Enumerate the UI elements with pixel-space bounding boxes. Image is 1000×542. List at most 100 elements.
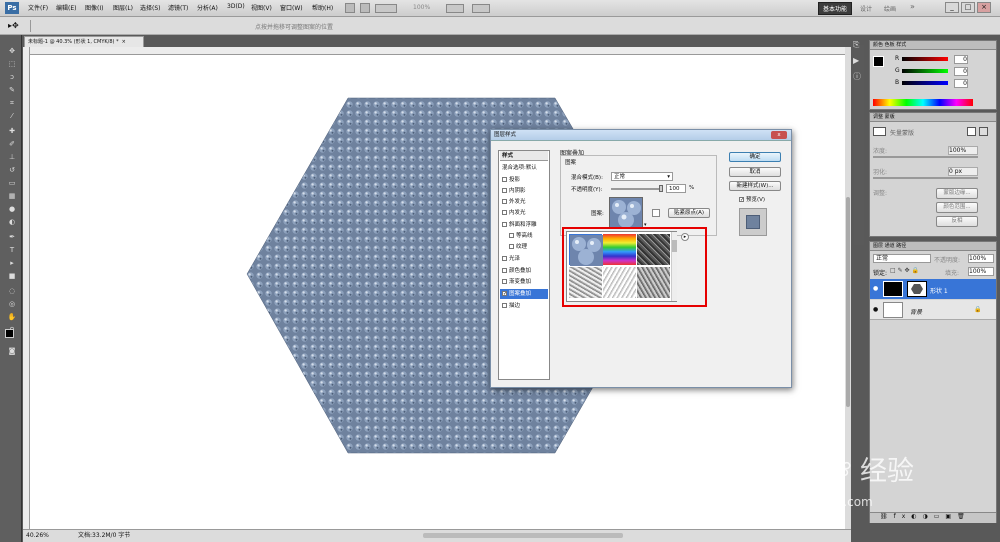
- bridge-icon[interactable]: [345, 3, 355, 13]
- style-item-contour[interactable]: 等高线: [500, 231, 548, 241]
- slider-handle[interactable]: [659, 185, 663, 192]
- eyedropper-tool-icon[interactable]: ⁄: [5, 112, 19, 120]
- info-icon[interactable]: ⓘ: [853, 71, 865, 82]
- red-value[interactable]: 0: [954, 55, 968, 64]
- history-brush-tool-icon[interactable]: ↺: [5, 166, 19, 174]
- color-panel-tabs[interactable]: 颜色 色板 样式: [870, 41, 996, 50]
- pattern-swatch-rainbow[interactable]: [603, 234, 636, 265]
- document-tab[interactable]: 未标题-1 @ 40.3% (形状 1, CMYK/8) * ×: [24, 36, 144, 47]
- checkbox[interactable]: [502, 177, 507, 182]
- healing-tool-icon[interactable]: ✚: [5, 127, 19, 135]
- green-slider[interactable]: [902, 69, 948, 73]
- pattern-swatch-speckle[interactable]: [637, 267, 670, 298]
- blend-mode-select[interactable]: 正常 ▾: [611, 172, 673, 181]
- fill-value[interactable]: 100%: [968, 267, 994, 276]
- picker-scroll-thumb[interactable]: [672, 240, 677, 252]
- tab-swatches[interactable]: 色板: [885, 42, 895, 48]
- type-tool-icon[interactable]: T: [5, 246, 19, 254]
- quick-mask-icon[interactable]: ◙: [5, 347, 19, 355]
- shape-tool-icon[interactable]: ■: [5, 272, 19, 280]
- style-item-drop-shadow[interactable]: 投影: [500, 175, 548, 185]
- density-slider[interactable]: [873, 156, 978, 158]
- brush-tool-icon[interactable]: ✐: [5, 140, 19, 148]
- dodge-tool-icon[interactable]: ◐: [5, 218, 19, 226]
- style-item-satin[interactable]: 光泽: [500, 254, 548, 264]
- pattern-swatch-bubbles[interactable]: [569, 234, 603, 266]
- blending-options-item[interactable]: 混合选项:默认: [500, 163, 548, 173]
- layer-row-shape[interactable]: ● 形状 1: [870, 279, 996, 299]
- layer-opacity-value[interactable]: 100%: [968, 254, 994, 263]
- color-range-button[interactable]: 颜色范围...: [936, 202, 978, 213]
- invert-button[interactable]: 反相: [936, 216, 978, 227]
- pen-tool-icon[interactable]: ✒: [5, 233, 19, 241]
- move-tool-icon[interactable]: ✥: [5, 47, 19, 55]
- minimize-button[interactable]: _: [945, 2, 959, 13]
- mask-edge-button[interactable]: 蒙版边缘...: [936, 188, 978, 199]
- menu-help[interactable]: 帮助(H): [312, 3, 333, 12]
- layers-panel-tabs[interactable]: 图层 通道 路径: [870, 242, 996, 251]
- checkbox[interactable]: [502, 210, 507, 215]
- style-item-stroke[interactable]: 描边: [500, 301, 548, 311]
- style-item-bevel-emboss[interactable]: 斜面和浮雕: [500, 220, 548, 230]
- eraser-tool-icon[interactable]: ▭: [5, 179, 19, 187]
- tab-channels[interactable]: 通道: [885, 243, 895, 249]
- more-workspaces-icon[interactable]: »: [910, 2, 915, 11]
- gradient-tool-icon[interactable]: ▦: [5, 192, 19, 200]
- visibility-eye-icon[interactable]: ●: [873, 306, 878, 313]
- snap-to-origin-button[interactable]: 贴紧原点(A): [668, 208, 710, 218]
- tab-styles[interactable]: 样式: [896, 42, 906, 48]
- checkbox[interactable]: [502, 279, 507, 284]
- workspace-design[interactable]: 设计: [860, 4, 872, 13]
- adjust-panel-tabs[interactable]: 调整 蒙版: [870, 113, 996, 122]
- new-style-button[interactable]: 新建样式(W)...: [729, 181, 781, 191]
- opacity-input[interactable]: 100: [666, 184, 686, 193]
- style-item-color-overlay[interactable]: 颜色叠加: [500, 266, 548, 276]
- scroll-thumb[interactable]: [846, 197, 850, 407]
- tab-color[interactable]: 颜色: [873, 42, 883, 48]
- fg-color-swatch[interactable]: [873, 56, 884, 67]
- menu-edit[interactable]: 编辑(E): [56, 3, 76, 12]
- opacity-slider[interactable]: [611, 185, 663, 192]
- blur-tool-icon[interactable]: ●: [5, 205, 19, 213]
- blue-value[interactable]: 0: [954, 79, 968, 88]
- feather-slider[interactable]: [873, 177, 978, 179]
- maximize-button[interactable]: □: [961, 2, 975, 13]
- menu-filter[interactable]: 滤镜(T): [168, 3, 188, 12]
- horizontal-scrollbar[interactable]: [423, 533, 623, 538]
- pattern-swatch-light-noise[interactable]: [603, 267, 636, 298]
- picker-scrollbar[interactable]: [671, 232, 677, 301]
- menu-window[interactable]: 窗口(W): [280, 3, 303, 12]
- style-item-texture[interactable]: 纹理: [500, 242, 548, 252]
- crop-tool-icon[interactable]: ⌗: [5, 99, 19, 107]
- visibility-eye-icon[interactable]: ●: [873, 285, 878, 292]
- red-slider[interactable]: [902, 57, 948, 61]
- hand-tool-icon[interactable]: ✋: [5, 313, 19, 321]
- menu-file[interactable]: 文件(F): [28, 3, 48, 12]
- history-icon[interactable]: ⎘: [853, 40, 865, 50]
- checkbox[interactable]: [502, 188, 507, 193]
- pattern-swatch-gray-noise[interactable]: [569, 267, 602, 298]
- clone-stamp-tool-icon[interactable]: ⊥: [5, 153, 19, 161]
- tab-layers[interactable]: 图层: [873, 243, 883, 249]
- workspace-painting[interactable]: 绘画: [884, 4, 896, 13]
- menu-view[interactable]: 视图(V): [251, 3, 272, 12]
- layer-blend-mode[interactable]: 正常: [873, 254, 931, 263]
- density-value[interactable]: 100%: [948, 146, 978, 155]
- dialog-close-button[interactable]: x: [771, 131, 787, 139]
- preview-checkbox[interactable]: ✓: [739, 197, 744, 203]
- layer-row-background[interactable]: ● 背景 🔒: [870, 300, 996, 320]
- lasso-tool-icon[interactable]: ↄ: [5, 73, 19, 81]
- layer-name[interactable]: 形状 1: [930, 286, 948, 295]
- feather-value[interactable]: 0 px: [948, 167, 978, 176]
- picker-menu-icon[interactable]: ▸: [681, 233, 689, 241]
- view-extras-dropdown[interactable]: [375, 4, 397, 13]
- pattern-picker-swatch[interactable]: [609, 197, 643, 229]
- menu-select[interactable]: 选择(S): [140, 3, 161, 12]
- screen-mode-dropdown[interactable]: [472, 4, 490, 13]
- tab-masks[interactable]: 蒙版: [885, 114, 895, 120]
- lock-icons[interactable]: □ ✎ ✥ 🔒: [890, 267, 919, 274]
- ok-button[interactable]: 确定: [729, 152, 781, 162]
- style-item-pattern-overlay[interactable]: ✓ 图案叠加: [500, 289, 548, 299]
- menu-analysis[interactable]: 分析(A): [197, 3, 218, 12]
- checkbox[interactable]: [502, 303, 507, 308]
